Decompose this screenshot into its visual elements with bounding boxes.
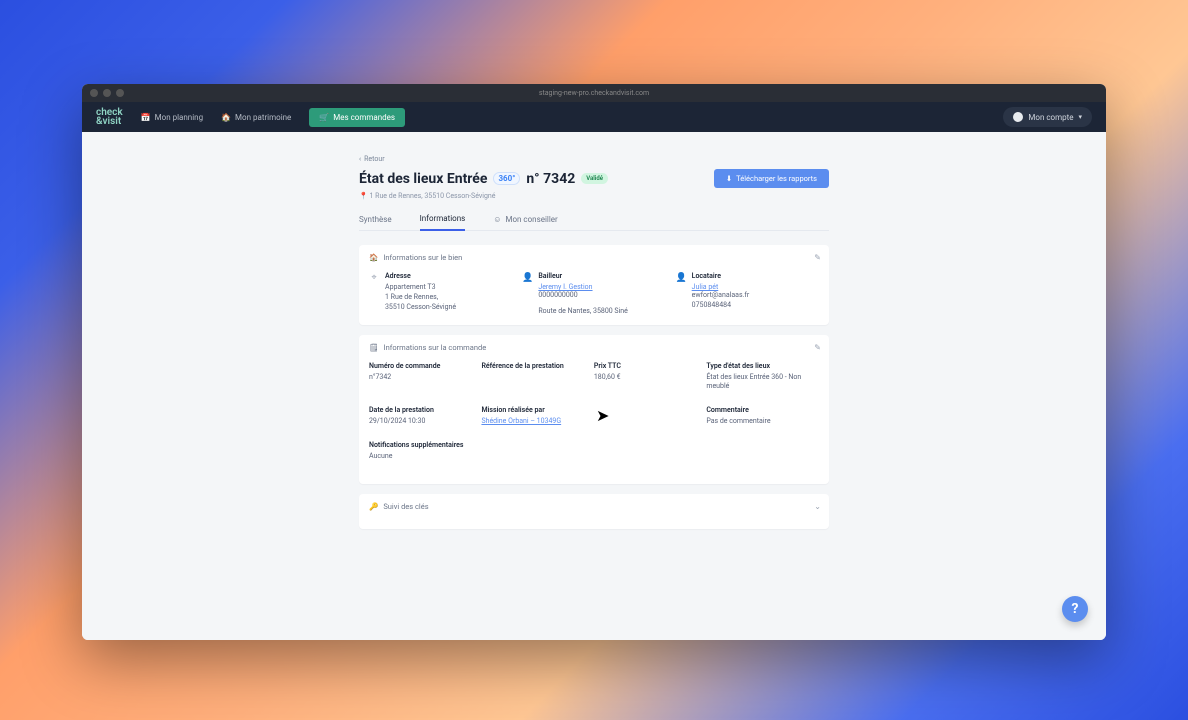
value-prix: 180,60 € bbox=[594, 373, 696, 383]
edit-commande-button[interactable]: ✎ bbox=[814, 343, 821, 352]
edit-bien-button[interactable]: ✎ bbox=[814, 253, 821, 262]
breadcrumb: 📍 1 Rue de Rennes, 35510 Cesson-Sévigné bbox=[359, 192, 829, 200]
list-icon: 🗒 bbox=[369, 343, 379, 352]
pin-icon: 📍 bbox=[359, 192, 368, 200]
card-title-commande: 🗒 Informations sur la commande bbox=[369, 343, 819, 352]
value-date: 29/10/2024 10:30 bbox=[369, 417, 471, 427]
expand-suivi-button[interactable]: ⌄ bbox=[814, 502, 821, 511]
calendar-icon: 📅 bbox=[141, 113, 151, 122]
label-adresse: Adresse bbox=[385, 272, 456, 280]
download-reports-button[interactable]: ⬇ Télécharger les rapports bbox=[714, 169, 829, 188]
cart-icon: 🛒 bbox=[319, 113, 329, 122]
page-content: ‹ Retour État des lieux Entrée 360° n° 7… bbox=[82, 132, 1106, 640]
tab-bar: Synthèse Informations ☺ Mon conseiller bbox=[359, 210, 829, 231]
value-comment: Pas de commentaire bbox=[706, 417, 819, 427]
label-numero: Numéro de commande bbox=[369, 362, 471, 370]
label-date: Date de la prestation bbox=[369, 406, 471, 414]
user-icon: 👤 bbox=[676, 273, 686, 317]
minimize-icon[interactable] bbox=[103, 89, 111, 97]
app-logo[interactable]: check&visit bbox=[96, 108, 123, 126]
traffic-lights[interactable] bbox=[90, 89, 124, 97]
value-mission[interactable]: Shédine Orbani – 10349G bbox=[481, 417, 583, 425]
download-icon: ⬇ bbox=[726, 174, 732, 183]
back-link[interactable]: ‹ Retour bbox=[359, 155, 385, 163]
advisor-icon: ☺ bbox=[493, 215, 501, 224]
nav-label: Mon patrimoine bbox=[235, 113, 291, 122]
pin-icon: ⌖ bbox=[369, 273, 379, 317]
label-mission: Mission réalisée par bbox=[481, 406, 583, 414]
tab-informations[interactable]: Informations bbox=[420, 210, 466, 231]
link-locataire-name[interactable]: Julia pét bbox=[692, 283, 750, 291]
nav-patrimoine[interactable]: 🏠 Mon patrimoine bbox=[221, 113, 291, 122]
user-icon: 👤 bbox=[522, 273, 532, 317]
top-navbar: check&visit 📅 Mon planning 🏠 Mon patrimo… bbox=[82, 102, 1106, 132]
account-label: Mon compte bbox=[1028, 113, 1073, 122]
label-comment: Commentaire bbox=[706, 406, 819, 414]
nav-label: Mon planning bbox=[155, 113, 203, 122]
maximize-icon[interactable] bbox=[116, 89, 124, 97]
card-suivi-cles: 🔑 Suivi des clés ⌄ bbox=[359, 494, 829, 529]
desktop-wallpaper: staging-new-pro.checkandvisit.com check&… bbox=[0, 0, 1188, 720]
account-button[interactable]: Mon compte ▾ bbox=[1003, 107, 1092, 127]
label-prix: Prix TTC bbox=[594, 362, 696, 370]
home-icon: 🏠 bbox=[369, 253, 378, 262]
help-fab-button[interactable]: ? bbox=[1062, 596, 1088, 622]
badge-360: 360° bbox=[493, 172, 520, 185]
label-type: Type d'état des lieux bbox=[706, 362, 819, 370]
card-title-suivi: 🔑 Suivi des clés bbox=[369, 502, 819, 511]
card-commande: 🗒 Informations sur la commande ✎ Numéro … bbox=[359, 335, 829, 484]
card-title-bien: 🏠 Informations sur le bien bbox=[369, 253, 819, 262]
label-locataire: Locataire bbox=[692, 272, 750, 280]
nav-label: Mes commandes bbox=[333, 113, 395, 122]
status-badge: Validé bbox=[581, 173, 608, 184]
house-icon: 🏠 bbox=[221, 113, 231, 122]
tab-conseiller[interactable]: ☺ Mon conseiller bbox=[493, 210, 557, 230]
window-titlebar: staging-new-pro.checkandvisit.com bbox=[82, 84, 1106, 102]
value-numero: n°7342 bbox=[369, 373, 471, 383]
avatar-icon bbox=[1013, 112, 1023, 122]
order-number: n° 7342 bbox=[526, 171, 575, 187]
label-notif: Notifications supplémentaires bbox=[369, 441, 471, 449]
chevron-down-icon: ▾ bbox=[1078, 113, 1082, 121]
help-icon: ? bbox=[1072, 601, 1079, 617]
card-bien: 🏠 Informations sur le bien ✎ ⌖ Adresse A… bbox=[359, 245, 829, 325]
value-type: État des lieux Entrée 360 - Non meublé bbox=[706, 373, 819, 393]
tab-synthese[interactable]: Synthèse bbox=[359, 210, 392, 230]
url-display: staging-new-pro.checkandvisit.com bbox=[539, 89, 649, 97]
label-reference: Référence de la prestation bbox=[481, 362, 583, 370]
nav-planning[interactable]: 📅 Mon planning bbox=[141, 113, 203, 122]
label-bailleur: Bailleur bbox=[538, 272, 628, 280]
close-icon[interactable] bbox=[90, 89, 98, 97]
nav-commandes[interactable]: 🛒 Mes commandes bbox=[309, 108, 405, 127]
page-title: État des lieux Entrée bbox=[359, 171, 487, 187]
value-notif: Aucune bbox=[369, 452, 471, 462]
chevron-left-icon: ‹ bbox=[359, 155, 361, 163]
link-bailleur-name[interactable]: Jeremy I. Gestion bbox=[538, 283, 628, 291]
app-window: staging-new-pro.checkandvisit.com check&… bbox=[82, 84, 1106, 640]
key-icon: 🔑 bbox=[369, 502, 378, 511]
